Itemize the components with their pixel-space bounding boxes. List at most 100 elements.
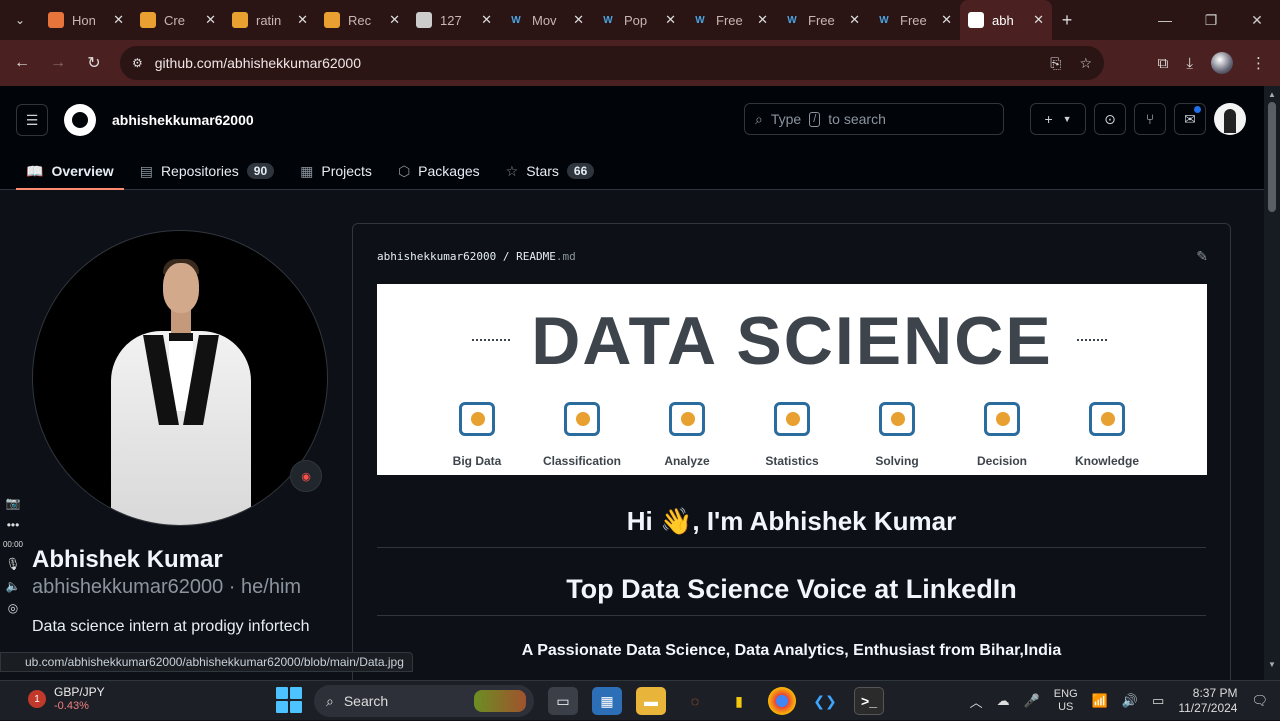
tab-projects[interactable]: ▦ Projects [290, 152, 382, 190]
downloads-icon[interactable]: ⤓ [1186, 55, 1193, 72]
scroll-down-arrow-icon[interactable]: ▼ [1264, 660, 1280, 669]
wifi-icon[interactable]: 📶 [1092, 693, 1108, 709]
close-tab-icon[interactable]: ✕ [849, 12, 860, 28]
terminal-icon[interactable]: >_ [854, 687, 884, 715]
camera-icon[interactable]: 📷 [6, 496, 21, 510]
browser-tab[interactable]: 127 ✕ [408, 0, 500, 40]
menu-kebab-icon[interactable]: ⋮ [1251, 54, 1266, 72]
notifications-tray-icon[interactable]: 🗨 [1251, 693, 1268, 709]
speaker-icon[interactable]: 🔈 [6, 579, 21, 593]
profile-handle: abhishekkumar62000 · he/him [32, 576, 302, 598]
battery-icon[interactable]: ▭ [1152, 693, 1164, 709]
tab-title: Rec [348, 12, 372, 28]
notifications-button[interactable]: ✉ [1174, 103, 1206, 135]
close-tab-icon[interactable]: ✕ [665, 12, 676, 28]
reload-button[interactable]: ↻ [76, 53, 112, 73]
profile-avatar[interactable] [1211, 52, 1233, 74]
pull-requests-button[interactable]: ⑂ [1134, 103, 1166, 135]
tab-packages[interactable]: ⬡ Packages [388, 152, 490, 190]
forward-button[interactable]: → [40, 54, 76, 72]
volume-icon[interactable]: 🔊 [1122, 693, 1138, 709]
powerbi-icon[interactable]: ▮ [724, 687, 754, 715]
language-indicator[interactable]: ENG US [1054, 688, 1078, 714]
data-science-banner[interactable]: DATA SCIENCE Big Data Classification Analy… [377, 284, 1207, 475]
taskbar-search[interactable]: ⌕ Search [314, 685, 534, 717]
issues-button[interactable]: ⊙ [1094, 103, 1126, 135]
page-scrollbar[interactable]: ▲ ▼ [1264, 86, 1280, 680]
user-avatar[interactable] [1214, 103, 1246, 135]
github-search-input[interactable]: ⌕ Type / to search [744, 103, 1004, 135]
minimize-icon[interactable]: — [1142, 0, 1188, 40]
profile-photo[interactable] [32, 230, 328, 526]
mic-tray-icon[interactable]: 🎤 [1024, 693, 1040, 709]
browser-tab[interactable]: ratin ✕ [224, 0, 316, 40]
header-username[interactable]: abhishekkumar62000 [112, 112, 254, 128]
stock-widget[interactable]: 1 GBP/JPY -0.43% [28, 685, 105, 713]
close-window-icon[interactable]: ✕ [1234, 0, 1280, 40]
back-button[interactable]: ← [4, 54, 40, 72]
browser-tab[interactable]: W Free ✕ [868, 0, 960, 40]
tab-repositories[interactable]: ▤ Repositories 90 [130, 152, 284, 190]
task-view-icon[interactable]: ▭ [548, 687, 578, 715]
browser-tab[interactable]: abh ✕ [960, 0, 1052, 40]
close-tab-icon[interactable]: ✕ [205, 12, 216, 28]
browser-tab[interactable]: W Free ✕ [776, 0, 868, 40]
browser-tab[interactable]: Cre ✕ [132, 0, 224, 40]
table-icon: ▦ [300, 162, 314, 179]
close-tab-icon[interactable]: ✕ [113, 12, 124, 28]
banner-item-label: Knowledge [1074, 454, 1139, 468]
close-tab-icon[interactable]: ✕ [297, 12, 308, 28]
windows-start-icon[interactable] [276, 687, 302, 713]
extensions-icon[interactable]: ⧉ [1158, 55, 1169, 72]
chrome-icon[interactable] [768, 687, 796, 715]
browser-tab[interactable]: W Mov ✕ [500, 0, 592, 40]
ticker-change: -0.43% [54, 700, 89, 712]
close-tab-icon[interactable]: ✕ [757, 12, 768, 28]
jupyter-icon[interactable]: ◌ [680, 687, 710, 715]
webcam-icon[interactable]: ◎ [8, 601, 18, 615]
new-tab-button[interactable]: + [1052, 10, 1082, 31]
profile-full-name: Abhishek Kumar [32, 546, 223, 573]
scroll-thumb[interactable] [1268, 102, 1276, 212]
readme-path: abhishekkumar62000 / README.md [377, 250, 576, 263]
file-explorer-icon[interactable]: ▬ [636, 687, 666, 715]
tab-search-button[interactable]: ⌄ [0, 0, 40, 40]
microphone-icon[interactable]: 🎙 [5, 557, 20, 571]
site-info-icon[interactable]: ⚙ [132, 56, 143, 70]
github-logo-icon[interactable] [64, 104, 96, 136]
close-tab-icon[interactable]: ✕ [481, 12, 492, 28]
clock[interactable]: 8:37 PM 11/27/2024 [1178, 686, 1237, 716]
more-dots-icon[interactable]: ••• [7, 518, 20, 532]
edit-pencil-icon[interactable]: ✎ [1196, 248, 1208, 265]
close-tab-icon[interactable]: ✕ [389, 12, 400, 28]
create-new-button[interactable]: + ▼ [1030, 103, 1086, 135]
cloud-icon[interactable]: ☁ [997, 693, 1010, 709]
browser-tab[interactable]: W Free ✕ [684, 0, 776, 40]
ticker-name: GBP/JPY [54, 685, 105, 699]
tab-overview[interactable]: 📖 Overview [16, 152, 124, 190]
store-icon[interactable]: ▦ [592, 687, 622, 715]
set-status-button[interactable]: ◉ [290, 460, 322, 492]
browser-tab[interactable]: W Pop ✕ [592, 0, 684, 40]
omnibox[interactable]: ⚙ github.com/abhishekkumar62000 ⎘ ☆ [120, 46, 1104, 80]
bookmark-star-icon[interactable]: ☆ [1079, 55, 1092, 72]
close-tab-icon[interactable]: ✕ [941, 12, 952, 28]
restore-icon[interactable]: ❐ [1188, 0, 1234, 40]
tab-title: Free [808, 12, 835, 28]
install-app-icon[interactable]: ⎘ [1050, 55, 1061, 72]
hamburger-menu-button[interactable]: ☰ [16, 104, 48, 136]
nav-label: Stars [526, 163, 559, 179]
browser-tab[interactable]: Rec ✕ [316, 0, 408, 40]
close-tab-icon[interactable]: ✕ [573, 12, 584, 28]
profile-bio: Data science intern at prodigy infortech [32, 618, 310, 635]
scroll-up-arrow-icon[interactable]: ▲ [1264, 90, 1280, 99]
url-text[interactable]: github.com/abhishekkumar62000 [155, 55, 361, 71]
chevron-up-icon[interactable]: ︿ [970, 692, 983, 711]
pinned-apps: ▭ ▦ ▬ ◌ ▮ ❮❯ >_ [548, 687, 884, 715]
browser-tab[interactable]: Hon ✕ [40, 0, 132, 40]
close-tab-icon[interactable]: ✕ [1033, 12, 1044, 28]
banner-item-label: Decision [976, 454, 1027, 468]
tab-stars[interactable]: ☆ Stars 66 [496, 152, 605, 190]
vscode-icon[interactable]: ❮❯ [810, 687, 840, 715]
banner-item-label: Big Data [452, 454, 502, 468]
